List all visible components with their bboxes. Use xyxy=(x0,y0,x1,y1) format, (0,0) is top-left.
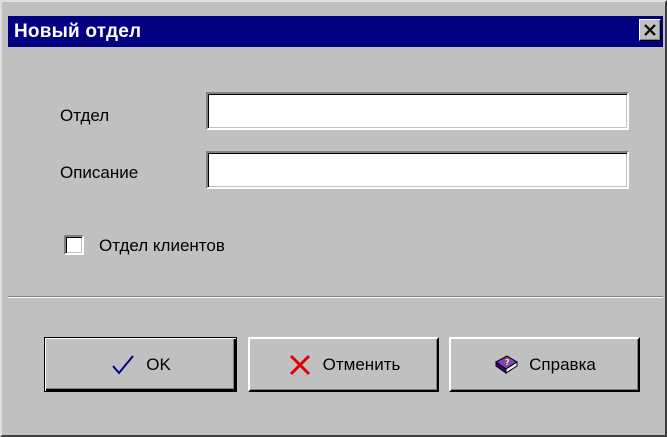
ok-button-label: OK xyxy=(146,354,171,374)
client-dept-label[interactable]: Отдел клиентов xyxy=(99,236,225,256)
dialog-title: Новый отдел xyxy=(14,21,142,42)
title-bar[interactable]: Новый отдел xyxy=(8,16,663,47)
department-label: Отдел xyxy=(60,106,110,125)
description-input[interactable] xyxy=(214,159,621,181)
description-label: Описание xyxy=(60,163,139,182)
dialog-window: Новый отдел Отдел Описание Отдел клиенто… xyxy=(0,0,667,437)
department-input[interactable] xyxy=(214,100,621,122)
close-icon xyxy=(644,24,656,36)
ok-button[interactable]: OK xyxy=(44,337,237,392)
cancel-button[interactable]: Отменить xyxy=(248,337,439,392)
description-field[interactable] xyxy=(206,151,629,189)
help-button[interactable]: ? Справка xyxy=(449,337,640,392)
help-button-label: Справка xyxy=(529,354,596,374)
checkmark-icon xyxy=(112,354,134,375)
department-field[interactable] xyxy=(206,92,629,130)
client-dept-checkbox[interactable] xyxy=(64,235,84,255)
separator xyxy=(8,296,663,298)
close-button[interactable] xyxy=(639,19,661,41)
cancel-button-label: Отменить xyxy=(322,354,401,374)
red-x-icon xyxy=(289,354,310,375)
svg-text:?: ? xyxy=(505,358,510,367)
help-book-icon: ? xyxy=(495,354,519,374)
